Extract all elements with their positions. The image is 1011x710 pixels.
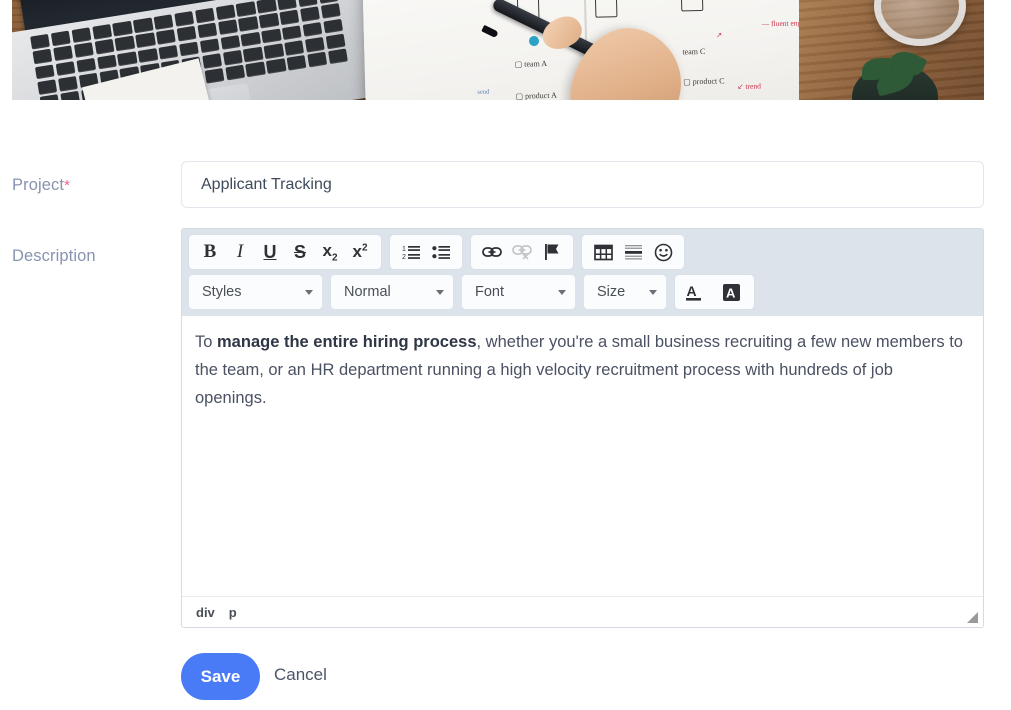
banner-photo: ▢ team A ▢ product A write product team … [12,0,984,100]
list-group: 1 2 [390,235,462,269]
elements-path-div[interactable]: div [196,605,215,620]
subscript-icon[interactable]: x2 [315,238,345,266]
color-group: A A [675,275,754,309]
unlink-icon[interactable] [507,238,537,266]
cancel-button[interactable]: Cancel [274,665,327,685]
font-select[interactable]: Font [462,275,575,309]
paragraph-format-select[interactable]: Normal [331,275,453,309]
chevron-down-icon [436,289,444,295]
project-name-input[interactable] [181,161,984,208]
strikethrough-icon[interactable]: S [285,238,315,266]
bulleted-list-icon[interactable] [426,238,456,266]
superscript-icon[interactable]: x2 [345,238,375,266]
editor-elements-path: div p [182,596,983,627]
description-bold: manage the entire hiring process [217,333,477,351]
smiley-icon[interactable] [648,238,678,266]
basic-styles-group: B I U S x2 x2 [189,235,381,269]
save-button[interactable]: Save [181,653,260,700]
styles-select[interactable]: Styles [189,275,322,309]
svg-text:1: 1 [402,246,406,253]
underline-icon[interactable]: U [255,238,285,266]
rich-text-editor[interactable]: B I U S x2 x2 1 2 Styles Normal Font Siz… [181,228,984,628]
horizontal-rule-icon[interactable] [618,238,648,266]
bold-icon[interactable]: B [195,238,225,266]
link-icon[interactable] [477,238,507,266]
project-form: Project* Description B I U S x2 x2 1 [0,100,1011,710]
text-color-button[interactable]: A [681,278,707,306]
background-color-button[interactable]: A [718,278,744,306]
insert-group [582,235,684,269]
sketch-box-2 [594,0,618,18]
link-group [471,235,573,269]
svg-text:A: A [726,285,736,300]
project-label-text: Project [12,176,65,194]
description-label: Description [12,247,96,265]
sketch-box-3 [680,0,704,12]
description-prefix: To [195,333,218,351]
numbered-list-icon[interactable]: 1 2 [396,238,426,266]
editor-toolbar-row-1: B I U S x2 x2 1 2 [189,235,976,269]
svg-text:2: 2 [402,254,406,261]
editor-toolbar: B I U S x2 x2 1 2 Styles Normal Font Siz… [182,229,983,316]
anchor-flag-icon[interactable] [537,238,567,266]
size-select[interactable]: Size [584,275,666,309]
required-asterisk: * [64,177,70,194]
editor-body[interactable]: To manage the entire hiring process, whe… [182,316,983,603]
svg-text:A: A [687,283,697,299]
elements-path-p[interactable]: p [229,605,237,620]
font-select-value: Font [475,284,505,300]
editor-toolbar-row-2: Styles Normal Font Size A A [189,275,976,309]
paragraph-format-value: Normal [344,284,391,300]
description-paragraph: To manage the entire hiring process, whe… [195,328,967,412]
size-select-value: Size [597,284,626,300]
chevron-down-icon [649,289,657,295]
italic-icon[interactable]: I [225,238,255,266]
project-label: Project* [12,176,70,195]
resize-grip-icon[interactable] [967,612,978,623]
chevron-down-icon [558,289,566,295]
banner-image: ▢ team A ▢ product A write product team … [12,0,984,100]
styles-select-value: Styles [202,284,242,300]
table-icon[interactable] [588,238,618,266]
chevron-down-icon [305,289,313,295]
